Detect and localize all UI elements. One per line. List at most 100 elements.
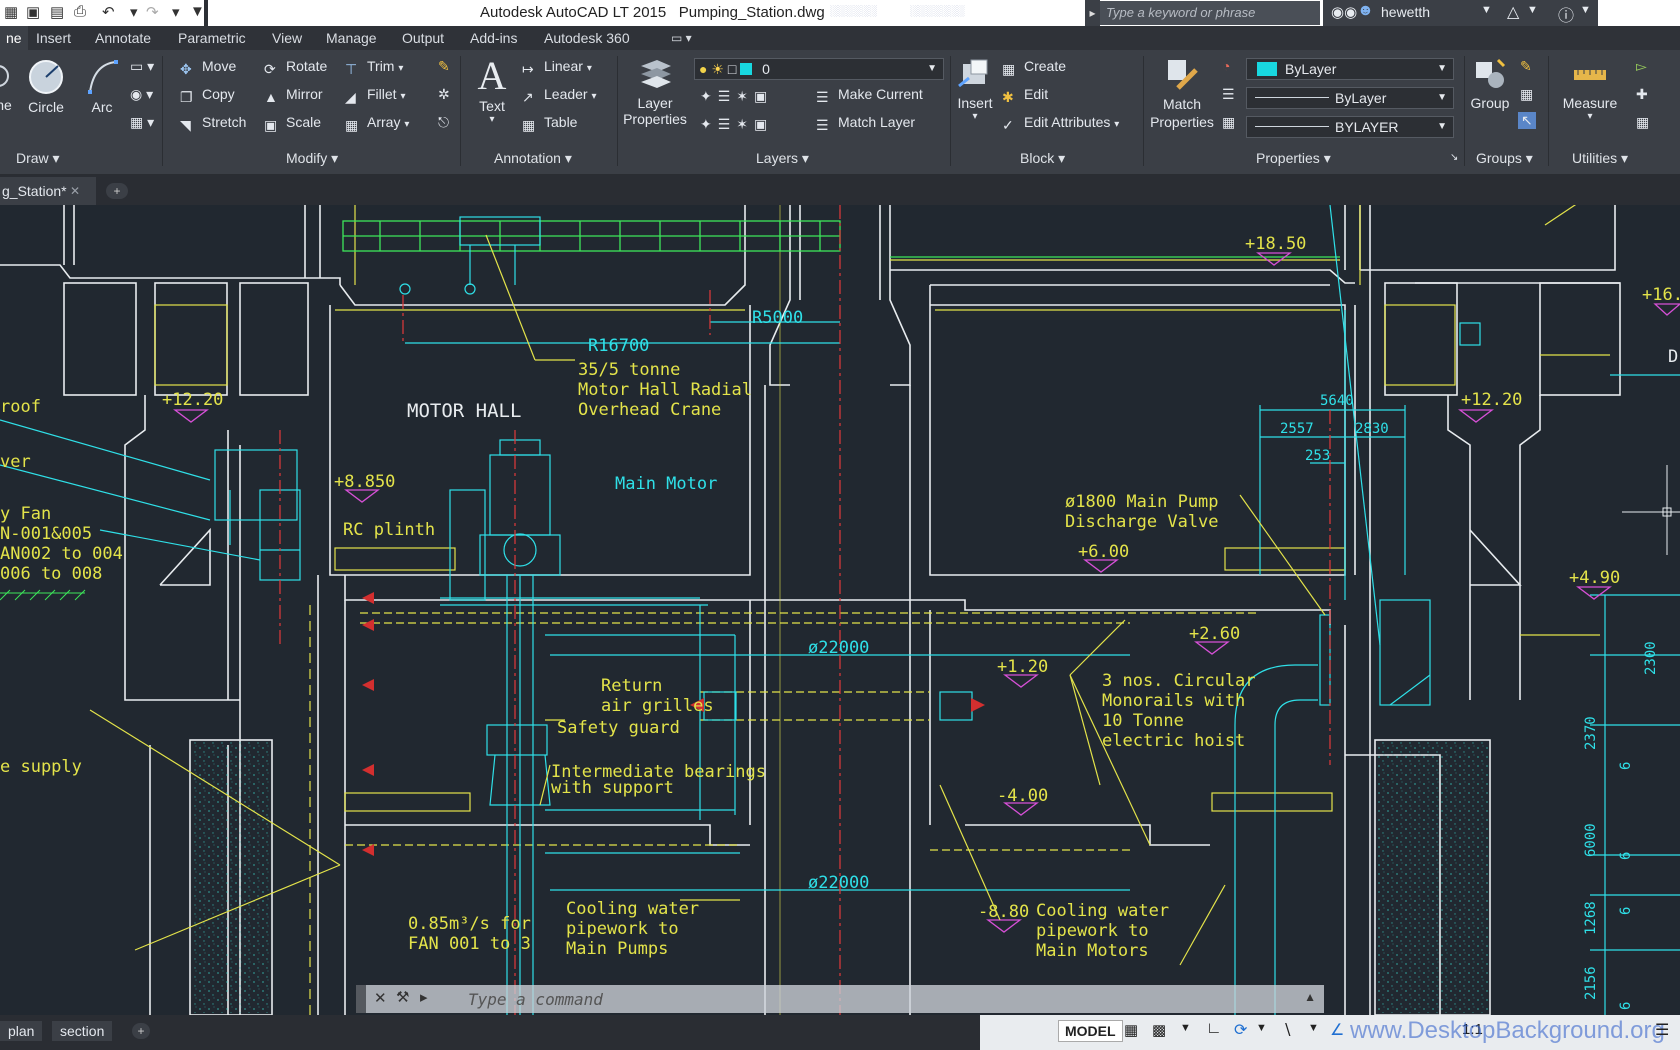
leader-button[interactable]: ↗ Leader ▾ xyxy=(522,86,597,105)
tab-home[interactable]: ne xyxy=(0,26,28,50)
panel-launcher-icon[interactable]: ↘ xyxy=(1450,152,1458,163)
customize-quick-access-icon[interactable]: ▼ xyxy=(190,3,205,20)
layer-state-icons-row2[interactable]: ✦☰✶▣ xyxy=(700,116,773,133)
drawing-tab[interactable]: g_Station* ✕ xyxy=(0,177,96,205)
array-button[interactable]: ▦ Array ▾ xyxy=(345,114,409,133)
polar-tracking-icon[interactable]: ⟳ xyxy=(1234,1020,1247,1040)
layers-panel-label[interactable]: Layers ▾ xyxy=(756,150,809,167)
match-properties-tool[interactable]: Match Properties xyxy=(1146,56,1218,131)
ribbon-minimize-icon[interactable]: ▭ ▾ xyxy=(671,31,692,45)
undo-dropdown-icon[interactable]: ▾ xyxy=(130,3,138,21)
utilities-panel-label[interactable]: Utilities ▾ xyxy=(1572,150,1628,167)
grid-icon[interactable]: ▦ xyxy=(1124,1021,1138,1039)
save-icon[interactable]: ▣ xyxy=(26,3,40,21)
customize-icon[interactable]: ☰ xyxy=(1655,1020,1669,1040)
chevron-down-icon[interactable]: ▼ xyxy=(1180,1022,1191,1034)
insert-tool[interactable]: Insert ▾ xyxy=(952,56,998,122)
tab-output[interactable]: Output xyxy=(402,30,444,46)
create-block-button[interactable]: ▦ Create xyxy=(1002,58,1066,77)
match-layer-button[interactable]: ☰ Match Layer xyxy=(816,114,915,133)
user-icon[interactable]: ☻ xyxy=(1357,2,1374,20)
circle-tool[interactable]: Circle xyxy=(26,58,66,115)
polyline-icon[interactable]: ▭ ▾ xyxy=(130,58,154,75)
calculator-icon[interactable]: ▦ xyxy=(1636,114,1649,131)
block-panel-label[interactable]: Block ▾ xyxy=(1020,150,1065,167)
measure-tool[interactable]: Measure ▾ xyxy=(1554,56,1626,122)
explode-icon[interactable]: ✲ xyxy=(438,86,450,103)
linetype-dropdown[interactable]: ByLayer ▼ xyxy=(1246,87,1454,109)
user-name[interactable]: hewetth xyxy=(1381,4,1430,20)
properties-panel-label[interactable]: Properties ▾ xyxy=(1256,150,1331,167)
command-input[interactable]: Type a command xyxy=(468,990,603,1009)
group-edit-icon[interactable]: ▦ xyxy=(1520,86,1533,103)
layout-tab-plan[interactable]: plan xyxy=(0,1021,43,1041)
copy-button[interactable]: ❐ Copy xyxy=(180,86,235,105)
color-dropdown[interactable]: ByLayer ▼ xyxy=(1246,58,1454,80)
new-icon[interactable]: ▦ xyxy=(4,3,18,21)
model-space-button[interactable]: MODEL xyxy=(1058,1020,1123,1042)
exchange-icon[interactable]: △ xyxy=(1507,2,1519,22)
layer-dropdown[interactable]: ● ☀ □ 0 ▼ xyxy=(694,58,944,80)
groups-panel-label[interactable]: Groups ▾ xyxy=(1476,150,1533,167)
color-wheel-icon[interactable]: ◔ xyxy=(1222,58,1230,74)
search-expand-icon[interactable]: ▸ xyxy=(1085,0,1100,26)
edit-block-button[interactable]: ✱ Edit xyxy=(1002,86,1048,105)
trim-button[interactable]: ⊤ Trim ▾ xyxy=(345,58,403,77)
fillet-button[interactable]: ◢ Fillet ▾ xyxy=(345,86,405,105)
tab-insert[interactable]: Insert xyxy=(36,30,71,46)
tab-parametric[interactable]: Parametric xyxy=(178,30,246,46)
point-style-icon[interactable]: ✚ xyxy=(1636,86,1648,103)
chevron-down-icon[interactable]: ▼ xyxy=(1481,4,1492,16)
drawing-canvas[interactable]: MOTOR HALL R16700 R5000 35/5 tonne Motor… xyxy=(0,205,1680,1015)
print-icon[interactable]: ⎙ xyxy=(74,3,86,20)
object-snap-icon[interactable]: ∠ xyxy=(1330,1020,1344,1040)
move-button[interactable]: ✥ Move xyxy=(180,58,236,77)
lineweight-dropdown[interactable]: BYLAYER ▼ xyxy=(1246,116,1454,138)
draw-panel-label[interactable]: Draw ▾ xyxy=(16,150,60,167)
undo-icon[interactable]: ↶ xyxy=(102,3,115,21)
snap-icon[interactable]: ▩ xyxy=(1152,1021,1166,1039)
ortho-icon[interactable]: ∟ xyxy=(1206,1020,1222,1038)
tab-manage[interactable]: Manage xyxy=(326,30,377,46)
redo-icon[interactable]: ↷ xyxy=(146,3,159,21)
help-icon[interactable]: ⓘ xyxy=(1558,2,1574,26)
annotation-panel-label[interactable]: Annotation ▾ xyxy=(494,150,572,167)
tab-annotate[interactable]: Annotate xyxy=(95,30,151,46)
layer-state-icons-row1[interactable]: ✦☰✶▣ xyxy=(700,88,773,105)
make-current-button[interactable]: ☰ Make Current xyxy=(816,86,923,105)
erase-icon[interactable]: ✎ xyxy=(438,58,450,75)
chevron-down-icon[interactable]: ▼ xyxy=(1580,4,1591,16)
tab-add-ins[interactable]: Add-ins xyxy=(470,30,517,46)
save-as-icon[interactable]: ▤ xyxy=(50,3,64,21)
lineweight-icon[interactable]: ☰ xyxy=(1222,86,1235,103)
wrench-icon[interactable]: ⚒ xyxy=(396,988,409,1006)
modify-panel-label[interactable]: Modify ▾ xyxy=(286,150,338,167)
transparency-icon[interactable]: ▦ xyxy=(1222,114,1235,131)
layer-properties-tool[interactable]: Layer Properties xyxy=(622,56,688,127)
window-controls[interactable] xyxy=(1598,0,1680,26)
command-line[interactable]: ✕ ⚒ ▸ Type a command ▲ xyxy=(356,985,1324,1013)
group-selection-icon[interactable]: ↖ xyxy=(1518,112,1536,129)
redo-dropdown-icon[interactable]: ▾ xyxy=(172,3,180,21)
edit-attributes-button[interactable]: ✓ Edit Attributes ▾ xyxy=(1002,114,1119,133)
hatch-icon[interactable]: ◉ ▾ xyxy=(130,86,153,103)
close-icon[interactable]: ✕ xyxy=(374,989,387,1007)
stretch-button[interactable]: ◥ Stretch xyxy=(180,114,246,133)
rectangle-icon[interactable]: ▦ ▾ xyxy=(130,114,154,131)
line-tool[interactable]: ne xyxy=(0,60,12,113)
command-history-icon[interactable]: ▲ xyxy=(1304,990,1316,1004)
text-tool[interactable]: A Text ▾ xyxy=(472,54,512,126)
isodraft-icon[interactable]: ∖ xyxy=(1282,1020,1292,1040)
arc-tool[interactable]: Arc xyxy=(84,58,120,115)
add-layout-icon[interactable]: + xyxy=(132,1023,150,1039)
close-icon[interactable]: ✕ xyxy=(70,177,80,205)
rotate-button[interactable]: ⟳ Rotate xyxy=(264,58,327,77)
chevron-down-icon[interactable]: ▼ xyxy=(1527,4,1538,16)
group-tool[interactable]: Group xyxy=(1466,56,1514,111)
new-tab-icon[interactable]: + xyxy=(106,183,128,199)
scale-button[interactable]: ▣ Scale xyxy=(264,114,321,133)
table-button[interactable]: ▦ Table xyxy=(522,114,577,133)
quick-select-icon[interactable]: ▻ xyxy=(1636,58,1647,75)
offset-icon[interactable]: ⎋ xyxy=(438,114,449,131)
linear-button[interactable]: ↦ Linear ▾ xyxy=(522,58,592,77)
